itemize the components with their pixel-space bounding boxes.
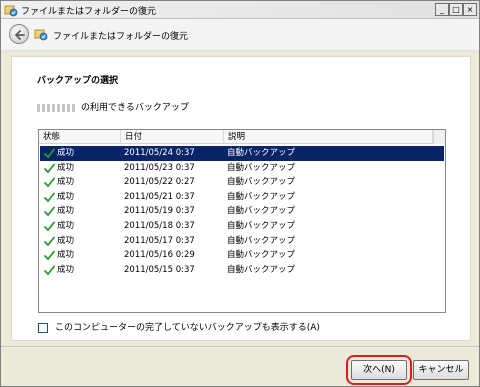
- description-cell: 自動バックアップ: [227, 148, 296, 158]
- success-check-icon: [44, 163, 55, 173]
- column-header-status[interactable]: 状態: [39, 130, 121, 144]
- available-backups-line: の利用できるバックアップ: [37, 100, 189, 113]
- description-cell: 自動バックアップ: [227, 221, 296, 231]
- date-cell: 2011/05/24 0:37: [124, 148, 195, 158]
- table-row[interactable]: 成功 2011/05/24 0:37 自動バックアップ: [40, 146, 444, 161]
- status-cell: 成功: [57, 250, 75, 261]
- restore-window: ファイルまたはフォルダーの復元 _ □ × ファイルまたはフォルダーの復元 バッ…: [0, 0, 480, 387]
- available-backups-label: の利用できるバックアップ: [81, 103, 189, 113]
- status-cell: 成功: [57, 221, 75, 231]
- list-header: 状態 日付 説明: [39, 130, 445, 144]
- column-header-date[interactable]: 日付: [121, 130, 224, 144]
- show-incomplete-checkbox[interactable]: [38, 322, 48, 333]
- show-incomplete-label[interactable]: このコンピューターの完了していないバックアップも表示する(A): [55, 323, 320, 333]
- description-cell: 自動バックアップ: [227, 191, 296, 202]
- success-check-icon: [44, 250, 55, 261]
- success-check-icon: [44, 221, 55, 232]
- restore-app-icon: [4, 5, 18, 17]
- description-cell: 自動バックアップ: [227, 250, 296, 261]
- table-row[interactable]: 成功 2011/05/22 0:27 自動バックアップ: [40, 175, 444, 190]
- date-cell: 2011/05/15 0:37: [124, 264, 195, 275]
- status-cell: 成功: [57, 177, 75, 188]
- next-button[interactable]: 次へ(N): [351, 360, 407, 380]
- table-row[interactable]: 成功 2011/05/23 0:37 自動バックアップ: [40, 161, 444, 176]
- back-button[interactable]: [9, 24, 29, 44]
- status-cell: 成功: [57, 191, 75, 202]
- maximize-button[interactable]: □: [449, 3, 463, 16]
- title-bar: ファイルまたはフォルダーの復元 _ □ ×: [1, 1, 479, 19]
- date-cell: 2011/05/18 0:37: [124, 221, 195, 231]
- table-row[interactable]: 成功 2011/05/19 0:37 自動バックアップ: [40, 204, 444, 219]
- success-check-icon: [44, 177, 55, 188]
- show-incomplete-option[interactable]: このコンピューターの完了していないバックアップも表示する(A): [38, 320, 320, 333]
- content-panel: バックアップの選択 の利用できるバックアップ 状態 日付 説明 成功 2011/0…: [11, 56, 471, 341]
- table-row[interactable]: 成功 2011/05/21 0:37 自動バックアップ: [40, 190, 444, 205]
- status-cell: 成功: [57, 148, 75, 158]
- table-row[interactable]: 成功 2011/05/18 0:37 自動バックアップ: [40, 219, 444, 234]
- status-cell: 成功: [57, 235, 75, 246]
- window-title: ファイルまたはフォルダーの復元: [21, 7, 157, 17]
- section-title: バックアップの選択: [37, 76, 119, 86]
- close-button[interactable]: ×: [463, 3, 477, 16]
- header-filler: [433, 130, 445, 144]
- table-row[interactable]: 成功 2011/05/15 0:37 自動バックアップ: [40, 263, 444, 278]
- minimize-button[interactable]: _: [435, 3, 449, 16]
- wizard-title: ファイルまたはフォルダーの復元: [53, 32, 189, 42]
- redacted-computer-name: [37, 103, 77, 112]
- description-cell: 自動バックアップ: [227, 264, 296, 275]
- navigation-bar: ファイルまたはフォルダーの復元: [1, 19, 479, 51]
- back-arrow-icon: [15, 30, 25, 40]
- backup-list[interactable]: 状態 日付 説明 成功 2011/05/24 0:37 自動バックアップ 成功 2011…: [38, 129, 446, 313]
- success-check-icon: [44, 192, 55, 203]
- date-cell: 2011/05/23 0:37: [124, 162, 195, 173]
- success-check-icon: [44, 265, 55, 276]
- table-row[interactable]: 成功 2011/05/16 0:29 自動バックアップ: [40, 248, 444, 263]
- description-cell: 自動バックアップ: [227, 235, 296, 246]
- table-row[interactable]: 成功 2011/05/17 0:37 自動バックアップ: [40, 234, 444, 249]
- success-check-icon: [44, 148, 55, 159]
- date-cell: 2011/05/22 0:27: [124, 177, 195, 188]
- status-cell: 成功: [57, 206, 75, 217]
- date-cell: 2011/05/21 0:37: [124, 191, 195, 202]
- description-cell: 自動バックアップ: [227, 177, 296, 188]
- description-cell: 自動バックアップ: [227, 162, 296, 173]
- date-cell: 2011/05/17 0:37: [124, 235, 195, 246]
- column-header-description[interactable]: 説明: [224, 130, 433, 144]
- date-cell: 2011/05/19 0:37: [124, 206, 195, 217]
- success-check-icon: [44, 236, 55, 246]
- date-cell: 2011/05/16 0:29: [124, 250, 195, 261]
- description-cell: 自動バックアップ: [227, 206, 296, 217]
- success-check-icon: [44, 206, 55, 217]
- cancel-button[interactable]: キャンセル: [413, 360, 469, 380]
- status-cell: 成功: [57, 162, 75, 173]
- status-cell: 成功: [57, 264, 75, 275]
- footer-bar: 次へ(N) キャンセル: [1, 346, 479, 386]
- restore-app-icon: [34, 29, 48, 41]
